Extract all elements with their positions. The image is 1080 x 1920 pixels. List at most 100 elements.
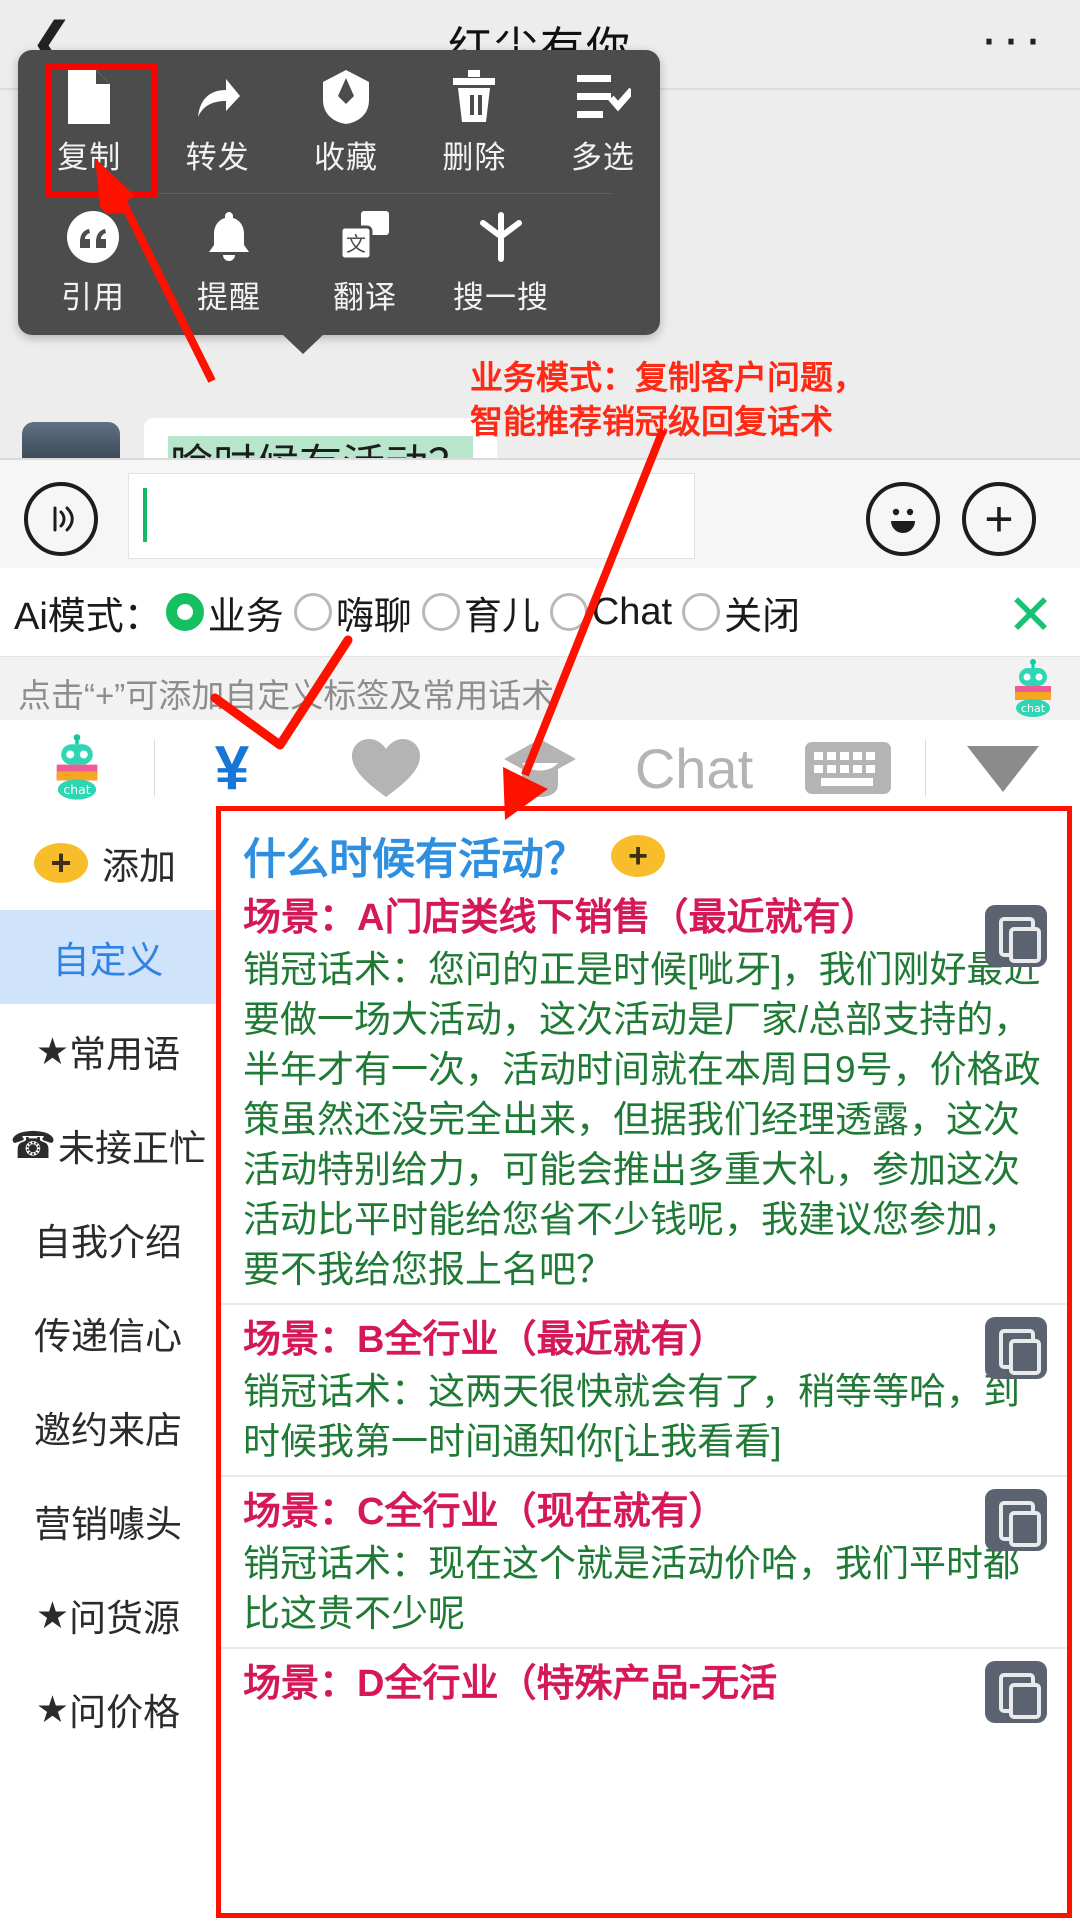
plus-circle-icon[interactable]: + [611, 835, 665, 877]
context-menu-label: 搜一搜 [453, 280, 549, 315]
annotation-text: 业务模式：复制客户问题， 智能推荐销冠级回复话术 [470, 356, 1070, 444]
context-menu-item-translate[interactable]: 文 翻译 [304, 206, 426, 317]
ai-mode-option-label: 业务 [207, 595, 284, 638]
sidebar-item-label: 自定义 [52, 940, 164, 981]
tool-item-education[interactable] [463, 720, 617, 816]
tool-item-chat[interactable]: Chat [617, 720, 771, 816]
ai-mode-option-parenting[interactable]: 育儿 [421, 585, 540, 640]
sidebar-item-add[interactable]: + 添加 [0, 816, 216, 910]
script-block: 场景：A门店类线下销售（最近就有） 销冠话术：您问的正是时候[呲牙]，我们刚好最… [221, 893, 1067, 1303]
triangle-down-icon [967, 746, 1039, 792]
context-menu-item-forward[interactable]: 转发 [160, 66, 274, 177]
graduation-cap-icon [504, 739, 576, 797]
star-icon: ★ [35, 1030, 70, 1072]
sidebar-item-label: 未接正忙 [58, 1128, 207, 1169]
close-x-icon[interactable]: ✕ [1007, 582, 1054, 648]
ai-mode-option-chat-fun[interactable]: 嗨聊 [293, 585, 412, 640]
more-horizontal-icon[interactable]: ··· [980, 10, 1046, 66]
sidebar-item-label: 问货源 [69, 1598, 181, 1639]
text-caret [143, 488, 147, 542]
ai-mode-option-off[interactable]: 关闭 [682, 585, 800, 640]
star-icon: ★ [35, 1594, 70, 1636]
star-icon: ★ [35, 1688, 70, 1730]
script-reply: 销冠话术：现在这个就是活动价哈，我们平时都比这贵不少呢 [243, 1543, 1020, 1634]
context-menu-item-remind[interactable]: 提醒 [168, 206, 290, 317]
ai-mode-option-label: Chat [591, 590, 673, 633]
voice-wave-icon[interactable] [24, 482, 98, 556]
search-input[interactable] [128, 473, 695, 559]
sidebar-item-label: 传递信心 [34, 1316, 182, 1357]
sidebar-item-label: 邀约来店 [34, 1410, 182, 1451]
context-menu-item-search[interactable]: 搜一搜 [440, 206, 562, 317]
tool-item-robot[interactable]: chat [0, 720, 154, 816]
context-menu-label: 多选 [570, 140, 635, 175]
context-menu-label: 删除 [442, 140, 507, 175]
script-question-header: 什么时候有活动？ + [221, 811, 1067, 893]
annotation-line-1: 业务模式：复制客户问题， [470, 359, 866, 396]
ai-mode-radio-group[interactable]: 业务 嗨聊 育儿 Chat 关闭 [165, 585, 810, 640]
annotation-line-2: 智能推荐销冠级回复话术 [470, 403, 833, 440]
sidebar-item-self-intro[interactable]: 自我介绍 [0, 1192, 216, 1286]
chat-input-bar: + [0, 458, 1080, 570]
ai-mode-option-chat[interactable]: Chat [549, 590, 673, 634]
tool-item-collapse[interactable] [926, 720, 1080, 816]
category-sidebar: + 添加 自定义 ★ 常用语 ☎ 未接正忙 自我介绍 传递信心 邀约来店 营销噱头 … [0, 816, 217, 1920]
sidebar-item-confidence[interactable]: 传递信心 [0, 1286, 216, 1380]
sidebar-item-label: 常用语 [69, 1034, 181, 1075]
svg-text:chat: chat [1021, 702, 1046, 715]
context-menu-item-quote[interactable]: 引用 [32, 206, 154, 317]
tool-item-favorite[interactable] [309, 720, 463, 816]
copy-icon[interactable] [985, 1489, 1047, 1551]
plus-icon[interactable]: + [962, 482, 1036, 556]
tool-item-currency[interactable]: ¥ [155, 720, 309, 816]
sidebar-item-marketing-hook[interactable]: 营销噱头 [0, 1474, 216, 1568]
sidebar-item-label: 营销噱头 [34, 1504, 182, 1545]
ai-mode-label: Ai模式： [14, 595, 162, 638]
radio-dot[interactable] [421, 593, 460, 631]
sidebar-item-custom[interactable]: 自定义 [0, 910, 216, 1004]
script-question-title: 什么时候有活动？ [243, 836, 587, 884]
copy-icon[interactable] [985, 1317, 1047, 1379]
context-menu-item-delete[interactable]: 删除 [417, 66, 531, 177]
context-menu-label: 翻译 [333, 280, 397, 315]
smiley-icon[interactable] [866, 482, 940, 556]
copy-highlight-box [46, 64, 158, 198]
star-box-icon [289, 66, 403, 128]
script-scene: 场景：D全行业（特殊产品-无活 [243, 1663, 778, 1705]
sidebar-item-common-phrases[interactable]: ★ 常用语 [0, 1004, 216, 1098]
context-menu-arrow [282, 334, 324, 354]
sidebar-item-invite-store[interactable]: 邀约来店 [0, 1380, 216, 1474]
radio-dot[interactable] [293, 593, 332, 631]
script-reply: 销冠话术：这两天很快就会有了，稍等等哈，到时候我第一时间通知你[让我看看] [243, 1371, 1020, 1462]
script-block: 场景：C全行业（现在就有） 销冠话术：现在这个就是活动价哈，我们平时都比这贵不少… [221, 1475, 1067, 1647]
trash-icon [417, 66, 531, 128]
script-scene: 场景：B全行业（最近就有） [243, 1319, 727, 1361]
copy-icon[interactable] [985, 1661, 1047, 1723]
radio-dot-selected[interactable] [165, 593, 204, 631]
copy-icon[interactable] [985, 905, 1047, 967]
ai-mode-option-label: 关闭 [724, 595, 801, 638]
ai-mode-option-business[interactable]: 业务 [165, 585, 284, 640]
hint-text: 点击“+”可添加自定义标签及常用话术 [18, 677, 555, 714]
sidebar-item-ask-price[interactable]: ★ 问价格 [0, 1662, 216, 1756]
svg-text:文: 文 [346, 232, 366, 256]
radio-dot[interactable] [549, 593, 588, 631]
script-reply: 销冠话术：您问的正是时候[呲牙]，我们刚好最近要做一场大活动，这次活动是厂家/总… [243, 949, 1041, 1290]
sidebar-item-ask-supply[interactable]: ★ 问货源 [0, 1568, 216, 1662]
script-scene: 场景：A门店类线下销售（最近就有） [243, 897, 879, 939]
ai-mode-option-label: 嗨聊 [335, 595, 412, 638]
yuan-currency-icon: ¥ [214, 733, 250, 803]
radio-dot[interactable] [682, 593, 721, 631]
tool-item-keyboard[interactable] [771, 720, 925, 816]
context-menu-item-multiselect[interactable]: 多选 [546, 66, 660, 177]
ai-mode-row: Ai模式： 业务 嗨聊 育儿 Chat 关闭 ✕ [0, 568, 1080, 656]
tool-icon-row: chat ¥ Chat [0, 720, 1080, 817]
quick-reply-panel: + 添加 自定义 ★ 常用语 ☎ 未接正忙 自我介绍 传递信心 邀约来店 营销噱头 … [0, 806, 1080, 1920]
chat-robot-icon[interactable]: chat [1002, 659, 1064, 719]
context-menu-item-favorite[interactable]: 收藏 [289, 66, 403, 177]
sidebar-item-label: 问价格 [69, 1692, 181, 1733]
context-menu-label: 提醒 [197, 280, 261, 315]
sidebar-item-missed-busy[interactable]: ☎ 未接正忙 [0, 1098, 216, 1192]
sidebar-item-label: 添加 [102, 846, 176, 887]
search-star-icon [440, 206, 562, 268]
